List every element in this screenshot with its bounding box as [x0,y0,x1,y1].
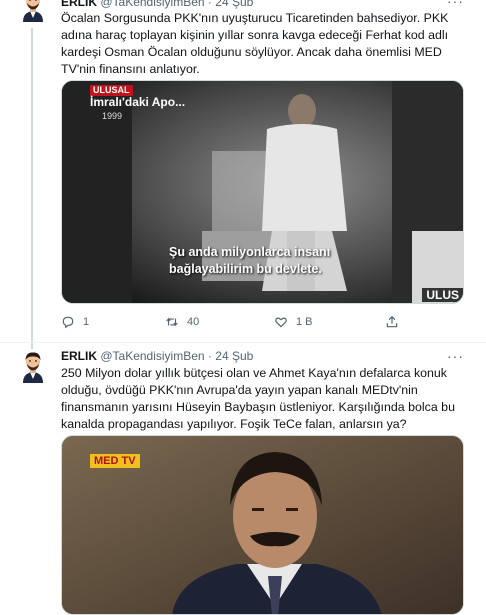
author-handle[interactable]: @TaKendisiyimBen [100,0,204,9]
tweet-date[interactable]: 24 Şub [215,349,253,363]
tweet-text: 250 Milyon dolar yıllık bütçesi olan ve … [61,366,455,431]
share-icon [386,315,398,328]
more-options-icon[interactable]: ··· [447,349,464,363]
avatar[interactable] [18,349,48,383]
avatar[interactable] [18,0,48,22]
retweet-button[interactable]: 40 [165,315,199,329]
avatar-image [18,0,48,22]
tweet-header: ERLIK @TaKendisiyimBen · 24 Şub [61,0,253,9]
thread-line [31,28,33,350]
tweet-header: ERLIK @TaKendisiyimBen · 24 Şub [61,349,253,363]
author-name[interactable]: ERLIK [61,0,97,9]
tweet-date[interactable]: 24 Şub [215,0,253,9]
video-caption-title: İmralı'daki Apo... [90,95,186,109]
share-button[interactable] [385,315,399,329]
avatar-image [18,349,48,383]
like-button[interactable]: 1 B [274,315,313,329]
tweet-1[interactable]: ERLIK @TaKendisiyimBen · 24 Şub ··· Öcal… [0,0,486,350]
video-year: 1999 [102,111,123,121]
header-separator: · [207,349,212,363]
tweet-media[interactable]: ULUSAL İmralı'daki Apo... 1999 Şu anda m… [61,80,464,304]
like-count: 1 B [296,316,313,328]
header-separator: · [207,0,212,9]
retweet-count: 40 [187,316,200,328]
video-subtitle-2: bağlayabilirim bu devlete. [169,262,322,276]
reply-count: 1 [83,316,90,328]
corner-logo: ULUS [422,288,463,302]
retweet-icon [166,317,178,327]
author-handle[interactable]: @TaKendisiyimBen [100,349,204,363]
reply-button[interactable]: 1 [61,315,89,329]
more-options-icon[interactable]: ··· [447,0,464,8]
tweet-2[interactable]: ERLIK @TaKendisiyimBen · 24 Şub ··· 250 … [0,343,486,615]
heart-icon [275,317,287,328]
video-subtitle-1: Şu anda milyonlarca insanı [169,245,331,259]
author-name[interactable]: ERLIK [61,349,97,363]
channel-logo: MED TV [90,454,140,468]
tweet-text: Öcalan Sorgusunda PKK'nın uyuşturucu Tic… [61,11,449,76]
tweet-media[interactable]: MED TV [61,435,464,615]
tweet-actions: 1 40 1 B [61,315,421,331]
reply-icon [62,316,74,329]
